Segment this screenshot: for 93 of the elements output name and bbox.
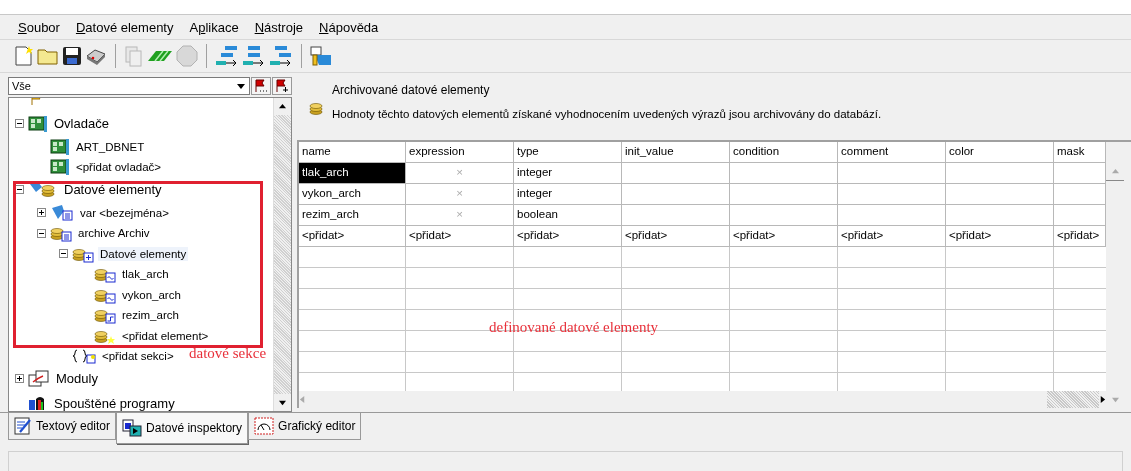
tree-item[interactable]: Datové elementy — [98, 246, 189, 261]
menu-item[interactable]: Aplikace — [181, 19, 247, 35]
tab[interactable]: Grafický editor — [248, 413, 362, 441]
table-cell[interactable]: <přidat> — [838, 226, 946, 248]
menu-item[interactable]: Soubor — [10, 19, 68, 35]
braces-icon — [72, 348, 96, 365]
table-cell[interactable]: <přidat> — [514, 226, 622, 248]
filter-dropdown[interactable]: Vše — [8, 77, 250, 96]
down-arrow-icon — [279, 399, 286, 407]
tree-item[interactable]: Ovladače — [52, 115, 111, 133]
table-cell[interactable] — [838, 163, 946, 185]
table-cell[interactable]: rezim_arch — [299, 205, 406, 227]
tree-item[interactable]: Datové elementy — [62, 181, 164, 199]
drop-document-icon — [50, 203, 74, 222]
tool-box-icon[interactable] — [310, 45, 332, 68]
vertical-scrollbar[interactable] — [273, 98, 291, 412]
collapse-toggle[interactable] — [15, 185, 24, 195]
table-cell[interactable]: integer — [514, 163, 622, 185]
horizontal-scrollbar[interactable] — [299, 391, 1106, 409]
tree-item[interactable]: archive Archiv — [76, 226, 152, 241]
table-cell[interactable] — [946, 184, 1054, 206]
column-header[interactable]: comment — [838, 142, 946, 164]
table-cell[interactable] — [838, 184, 946, 206]
tree-item[interactable]: tlak_arch — [120, 267, 171, 282]
table-cell[interactable] — [730, 184, 838, 206]
table-cell[interactable]: <přidat> — [730, 226, 838, 248]
table-cell[interactable] — [622, 184, 730, 206]
tree-item[interactable]: <přidat ovladač> — [74, 160, 164, 175]
table-cell[interactable] — [946, 205, 1054, 227]
table-cell[interactable]: <přidat> — [622, 226, 730, 248]
menu-item[interactable]: Nápověda — [311, 19, 387, 35]
flag-button[interactable] — [251, 77, 271, 96]
inspector-icon — [122, 419, 143, 438]
tree-item[interactable]: var <bezejména> — [78, 205, 171, 220]
menu-item[interactable]: Datové elementy — [67, 19, 182, 35]
expand-toggle[interactable] — [15, 374, 24, 384]
module-box-icon — [28, 369, 50, 388]
table-cell[interactable] — [946, 163, 1054, 185]
column-header[interactable]: type — [514, 142, 622, 164]
tree-item[interactable]: ART_DBNET — [74, 139, 147, 154]
column-header[interactable]: condition — [730, 142, 838, 164]
tree-item[interactable]: <přidat element> — [120, 328, 211, 343]
collapse-toggle[interactable] — [15, 119, 24, 129]
up-arrow-icon — [279, 103, 286, 111]
circuit-board-icon — [28, 114, 48, 133]
table-cell[interactable] — [730, 163, 838, 185]
pencil-page-icon — [14, 417, 32, 436]
layout-arrows-icon[interactable] — [242, 45, 266, 68]
dropdown-arrow-icon — [237, 83, 245, 89]
column-header[interactable]: color — [946, 142, 1054, 164]
table-cell[interactable] — [622, 205, 730, 227]
scroll-thumb[interactable] — [1047, 391, 1099, 409]
tree-item[interactable]: vykon_arch — [120, 287, 183, 302]
column-header[interactable]: init_value — [622, 142, 730, 164]
table-cell[interactable]: <přidat> — [946, 226, 1054, 248]
up-arrow-icon — [1111, 168, 1119, 176]
section-title: Archivované datové elementy — [332, 83, 491, 98]
table-cell[interactable]: <přidat> — [299, 226, 406, 248]
section-description: Hodnoty těchto datových elementů získané vyhodnocením uvedených výrazů jsou archivovány do databází. — [332, 108, 882, 121]
coin-stack-icon — [308, 100, 324, 117]
table-cell[interactable] — [730, 205, 838, 227]
right-arrow-icon — [1099, 396, 1106, 404]
tab[interactable]: Textový editor — [8, 413, 117, 441]
table-cell[interactable]: <přidat> — [406, 226, 514, 248]
gauge-icon — [254, 417, 275, 436]
menu-item[interactable]: Nástroje — [246, 19, 312, 35]
tab[interactable]: Datové inspektory — [116, 413, 249, 445]
new-file-icon[interactable] — [14, 45, 34, 68]
collapse-toggle[interactable] — [37, 228, 46, 238]
column-header[interactable]: name — [299, 142, 406, 164]
tree-item[interactable]: Moduly — [54, 370, 100, 388]
table-cell[interactable]: boolean — [514, 205, 622, 227]
table-cell[interactable]: vykon_arch — [299, 184, 406, 206]
table-cell[interactable] — [838, 205, 946, 227]
expand-toggle[interactable] — [37, 208, 46, 218]
annotation-note: datové sekce — [189, 345, 267, 363]
column-header[interactable]: mask — [1054, 142, 1106, 164]
table-cell[interactable]: integer — [514, 184, 622, 206]
flag-button[interactable] — [272, 77, 292, 96]
printer-icon[interactable] — [85, 46, 107, 67]
tree-item[interactable]: Spouštěné programy — [52, 395, 177, 412]
layout-arrows-icon[interactable] — [269, 45, 293, 68]
down-arrow-icon — [1111, 396, 1119, 404]
column-header[interactable]: expression — [406, 142, 514, 164]
annotation-note: definované datové elementy — [489, 319, 659, 337]
table-cell[interactable]: tlak_arch — [299, 163, 406, 185]
table-cell[interactable] — [622, 163, 730, 185]
circuit-board-icon — [50, 137, 70, 156]
collapse-toggle[interactable] — [59, 249, 68, 259]
layout-arrows-icon[interactable] — [215, 45, 239, 68]
circuit-board-icon — [50, 158, 70, 177]
tree-item[interactable]: rezim_arch — [120, 308, 181, 323]
tree-item[interactable]: <přidat sekci> — [100, 349, 176, 364]
